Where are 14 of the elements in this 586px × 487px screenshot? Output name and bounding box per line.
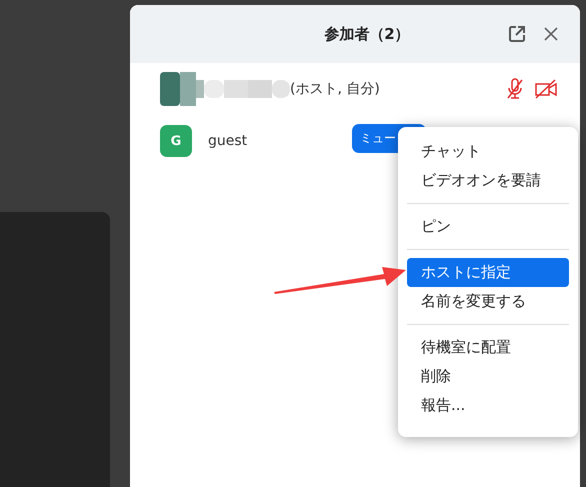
popout-icon	[508, 25, 526, 43]
avatar: G	[160, 125, 192, 157]
participant-name: guest	[208, 133, 248, 149]
menu-item[interactable]: 待機室に配置	[407, 333, 569, 362]
menu-item[interactable]: ピン	[407, 212, 569, 241]
panel-title: 参加者（2）	[323, 24, 411, 44]
menu-item[interactable]: 名前を変更する	[407, 287, 569, 316]
video-off-icon[interactable]	[534, 78, 558, 100]
menu-item[interactable]: 削除	[407, 362, 569, 391]
menu-item[interactable]: ホストに指定	[407, 258, 569, 287]
menu-item[interactable]: ビデオオンを要請	[407, 166, 569, 195]
participant-name: (ホスト, 自分)	[290, 80, 380, 98]
menu-item[interactable]: 報告...	[407, 391, 569, 420]
close-icon	[544, 27, 558, 41]
